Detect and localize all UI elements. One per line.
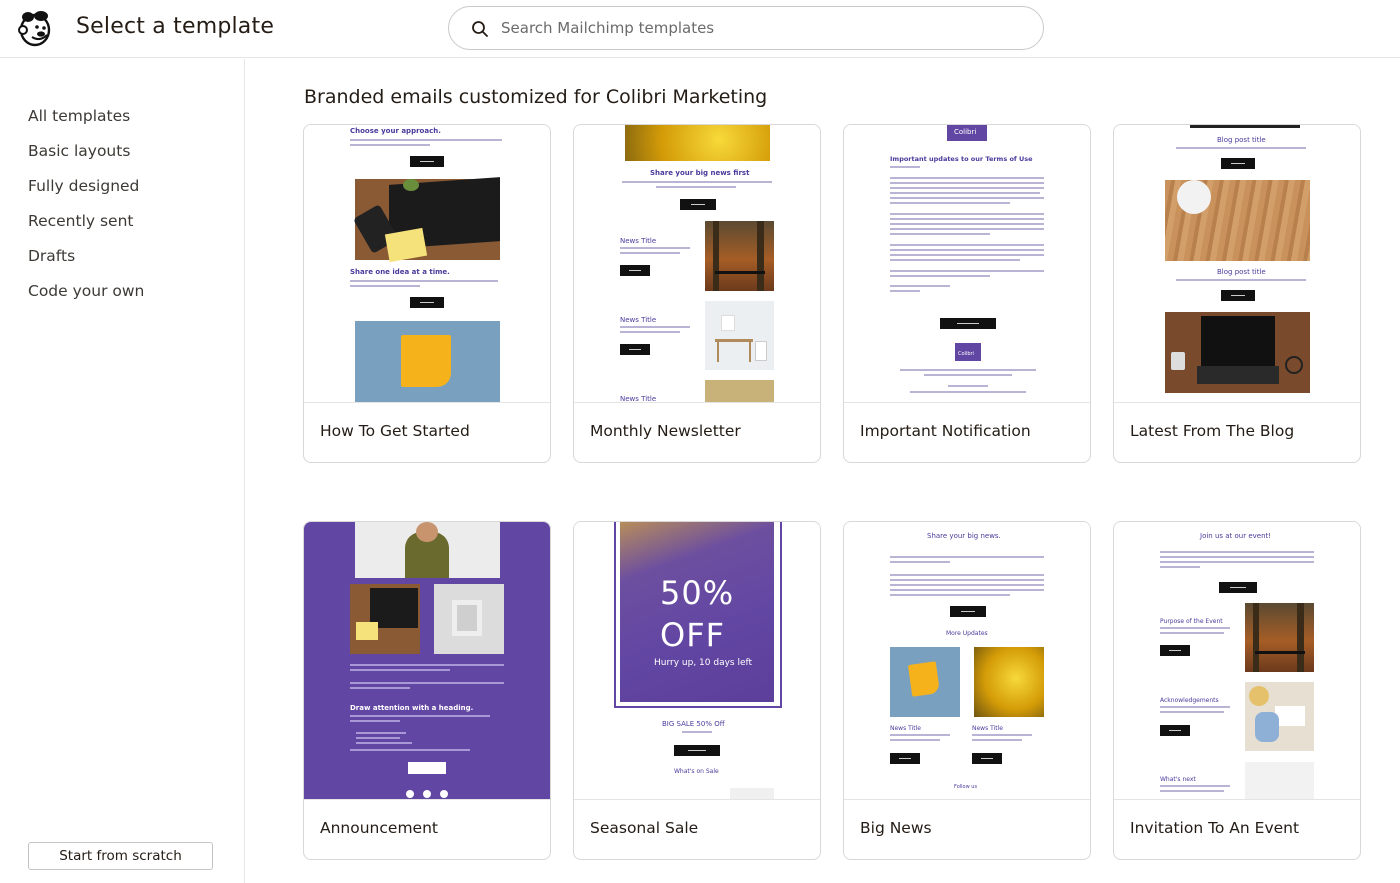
sidebar-item-all-templates[interactable]: All templates — [28, 105, 144, 140]
template-card-important-notification[interactable]: Colibri Important updates to our Terms o… — [843, 124, 1091, 463]
preview-more-updates: More Updates — [946, 630, 988, 637]
template-card-latest-from-the-blog[interactable]: Blog post title Blog post title Latest F… — [1113, 124, 1361, 463]
search-bar[interactable] — [448, 6, 1044, 50]
sidebar-item-recently-sent[interactable]: Recently sent — [28, 210, 144, 245]
template-preview: Choose your approach. Share one idea at … — [304, 125, 550, 403]
template-card-announcement[interactable]: Draw attention with a heading. Announcem… — [303, 521, 551, 860]
template-card-monthly-newsletter[interactable]: Share your big news first News Title New… — [573, 124, 821, 463]
start-from-scratch-button[interactable]: Start from scratch — [28, 842, 213, 870]
template-card-big-news[interactable]: Share your big news. More Updates News T… — [843, 521, 1091, 860]
template-card-label: Important Notification — [860, 422, 1031, 440]
preview-heading: Draw attention with a heading. — [350, 704, 474, 712]
template-preview: Colibri Important updates to our Terms o… — [844, 125, 1090, 403]
preview-footer-brand: Colibri — [958, 351, 974, 357]
sticky-note-photo — [355, 321, 500, 402]
office-desk-photo — [705, 301, 774, 370]
bike-trail-photo — [1245, 603, 1314, 672]
template-preview: Join us at our event! Purpose of the Eve… — [1114, 522, 1360, 800]
preview-news-title: News Title — [972, 725, 1003, 732]
preview-heading: Join us at our event! — [1200, 532, 1272, 540]
sidebar-item-code-your-own[interactable]: Code your own — [28, 280, 144, 315]
template-card-label: Announcement — [320, 819, 438, 837]
search-icon — [472, 21, 488, 37]
template-card-label: Invitation To An Event — [1130, 819, 1300, 837]
sidebar-item-basic-layouts[interactable]: Basic layouts — [28, 140, 144, 175]
template-card-label: How To Get Started — [320, 422, 470, 440]
kids-photo — [1245, 682, 1314, 751]
preview-section-title: What's next — [1160, 776, 1196, 783]
template-card-seasonal-sale[interactable]: 50% OFF Hurry up, 10 days left BIG SALE … — [573, 521, 821, 860]
sale-off-text: OFF — [660, 616, 725, 654]
preview-post-title: Blog post title — [1217, 268, 1266, 276]
preview-heading: Share your big news. — [927, 532, 1001, 540]
mailchimp-logo-icon[interactable] — [14, 8, 54, 48]
template-preview: Blog post title Blog post title — [1114, 125, 1360, 403]
preview-whats-on: What's on Sale — [674, 768, 719, 775]
preview-section-title: Acknowledgements — [1160, 697, 1219, 704]
preview-news-title: News Title — [620, 316, 657, 324]
preview-section-title: Purpose of the Event — [1160, 618, 1223, 625]
bike-trail-photo — [705, 221, 774, 291]
template-card-how-to-get-started[interactable]: Choose your approach. Share one idea at … — [303, 124, 551, 463]
top-header: Select a template — [0, 0, 1400, 58]
template-card-label: Latest From The Blog — [1130, 422, 1295, 440]
sidebar-item-drafts[interactable]: Drafts — [28, 245, 144, 280]
preview-heading: Share one idea at a time. — [350, 268, 450, 276]
preview-news-title: News Title — [620, 237, 657, 245]
search-input[interactable] — [501, 15, 1021, 41]
man-photo — [355, 522, 500, 578]
template-preview: Share your big news. More Updates News T… — [844, 522, 1090, 800]
preview-post-title: Blog post title — [1217, 136, 1266, 144]
sidebar-item-fully-designed[interactable]: Fully designed — [28, 175, 144, 210]
laptop-desk-photo — [1165, 312, 1310, 393]
preview-brand: Colibri — [954, 128, 977, 136]
template-card-label: Monthly Newsletter — [590, 422, 741, 440]
template-preview: 50% OFF Hurry up, 10 days left BIG SALE … — [574, 522, 820, 800]
sale-subtitle: Hurry up, 10 days left — [654, 658, 753, 668]
preview-sale-heading: BIG SALE 50% Off — [662, 720, 725, 728]
preview-follow: Follow us — [954, 784, 978, 790]
wood-lamp-photo — [1165, 180, 1310, 261]
template-preview: Draw attention with a heading. — [304, 522, 550, 800]
flower-photo — [974, 647, 1044, 717]
page-title: Select a template — [76, 14, 275, 39]
template-card-label: Big News — [860, 819, 932, 837]
laptop-photo — [353, 177, 500, 263]
number-photo — [434, 584, 504, 654]
sidebar: All templates Basic layouts Fully design… — [0, 59, 245, 883]
template-preview: Share your big news first News Title New… — [574, 125, 820, 403]
preview-news-title: News Title — [620, 395, 657, 403]
sticky-note-photo — [890, 647, 960, 717]
preview-heading: Share your big news first — [650, 169, 750, 177]
section-title: Branded emails customized for Colibri Ma… — [304, 86, 768, 108]
laptop-photo — [350, 584, 420, 654]
sale-percent-text: 50% — [660, 574, 735, 612]
template-card-label: Seasonal Sale — [590, 819, 699, 837]
preview-heading: Important updates to our Terms of Use — [890, 155, 1033, 163]
sale-banner — [620, 522, 774, 702]
preview-news-title: News Title — [890, 725, 921, 732]
preview-heading: Choose your approach. — [350, 127, 441, 135]
template-card-invitation-to-an-event[interactable]: Join us at our event! Purpose of the Eve… — [1113, 521, 1361, 860]
sidebar-nav: All templates Basic layouts Fully design… — [28, 105, 144, 315]
flower-photo — [625, 125, 770, 161]
